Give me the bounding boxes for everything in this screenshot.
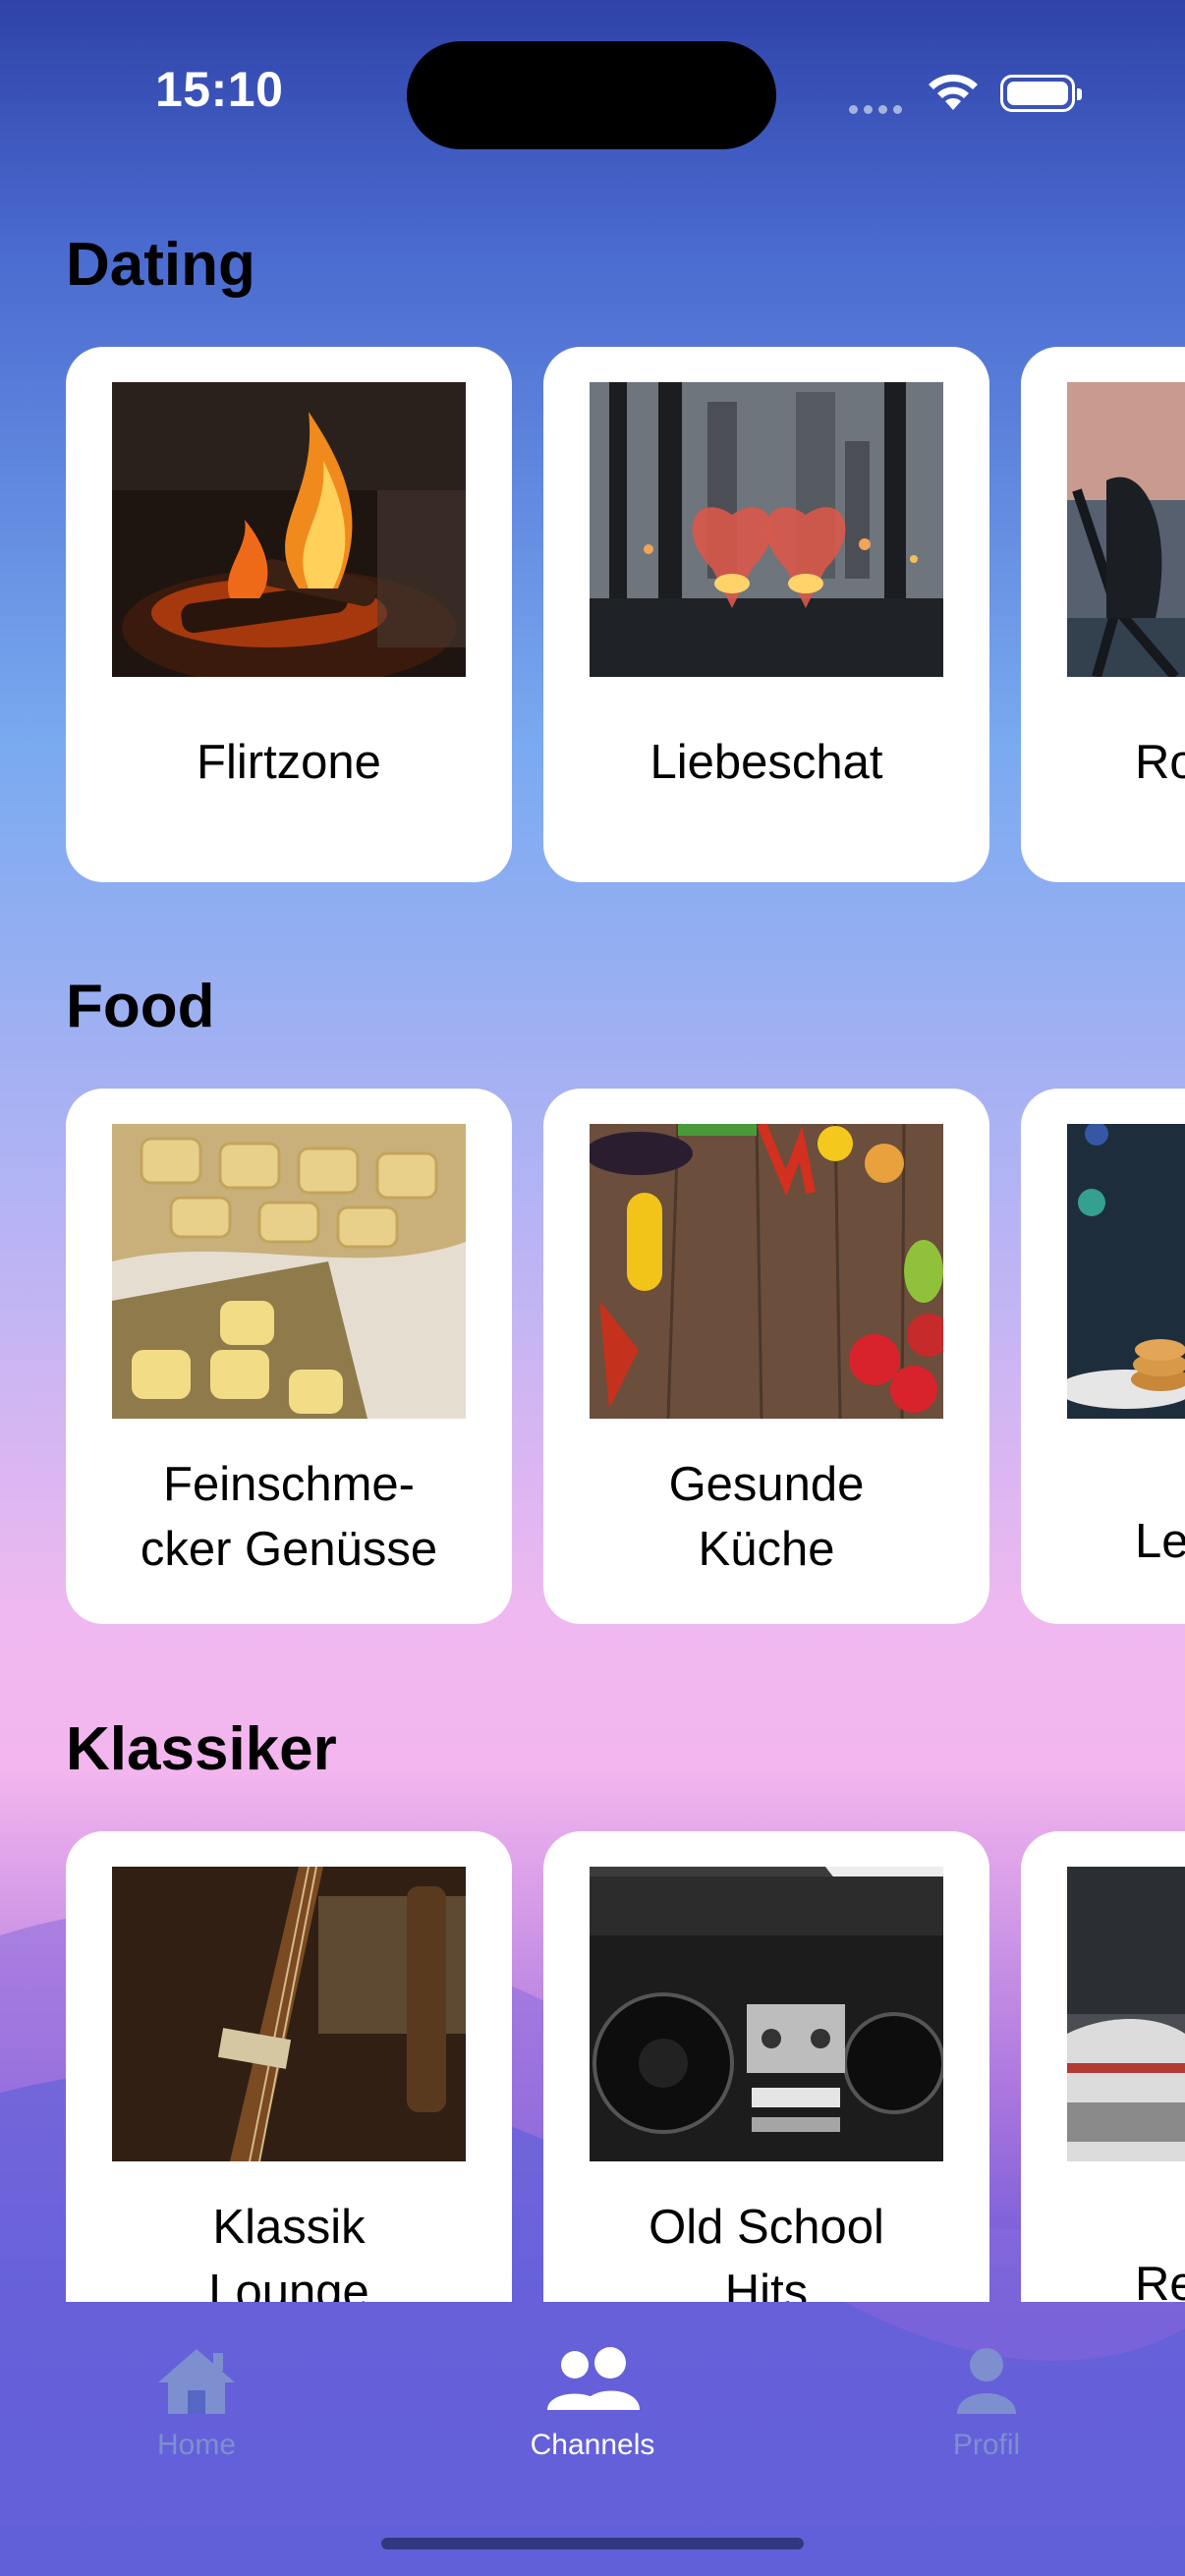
channel-card-liebeschat[interactable]: Liebeschat [543,347,989,882]
section-title-dating: Dating [66,231,255,299]
sunset-chair-image [1067,382,1185,677]
status-time: 15:10 [155,62,284,117]
section-title-food: Food [66,973,215,1040]
tab-channels[interactable]: Channels [445,2345,740,2462]
card-label: Ro [1135,736,1185,789]
status-bar: 15:10 [0,0,1185,187]
card-label-line: Klassik Lounge [208,2201,369,2302]
card-label-line: Old School Hits [649,2201,884,2302]
klassiker-carousel[interactable]: Klassik Lounge Old School Hits Re [0,1831,1185,2302]
home-indicator [381,2538,804,2549]
card-label-line: Feinschme- cker Genüsse [140,1458,438,1576]
channel-card-lecker[interactable]: Lec [1021,1089,1185,1624]
retro-car-image [1067,1867,1185,2161]
card-label: Lec [1135,1509,1185,1574]
card-label-line: Lec [1135,1515,1185,1568]
tab-profil[interactable]: Profil [839,2345,1134,2462]
channel-card-feinschmecker[interactable]: Feinschme- cker Genüsse [66,1089,512,1624]
card-label: Old School Hits [553,2195,980,2302]
card-label: Ret [1135,2252,1185,2302]
dynamic-island [407,41,776,149]
channel-card-klassik-lounge[interactable]: Klassik Lounge [66,1831,512,2302]
card-label: Feinschme- cker Genüsse [76,1452,502,1582]
dating-carousel[interactable]: Flirtzone Liebeschat Ro [0,347,1185,882]
fireplace-image [112,382,466,677]
people-icon [547,2347,640,2410]
vegetables-image [590,1124,943,1419]
ravioli-image [112,1124,466,1419]
glass-hearts-image [590,382,943,677]
cellular-signal-icon [849,101,908,119]
tab-label: Channels [530,2429,655,2461]
person-icon [957,2348,1016,2414]
food-carousel[interactable]: Feinschme- cker Genüsse Gesunde Küche Le [0,1089,1185,1624]
section-title-klassiker: Klassiker [66,1715,337,1783]
channel-card-old-school-hits[interactable]: Old School Hits [543,1831,989,2302]
wifi-icon [929,74,978,110]
channel-list[interactable]: Dating Flirtzone Liebeschat Ro Food Fein… [0,0,1185,2302]
channel-card-flirtzone[interactable]: Flirtzone [66,347,512,882]
boombox-image [590,1867,943,2161]
tab-home[interactable]: Home [49,2345,344,2462]
card-label: Gesunde Küche [553,1452,980,1582]
card-label: Flirtzone [197,736,381,789]
card-label-line: Ret [1135,2258,1185,2302]
card-label: Klassik Lounge [76,2195,502,2302]
tab-label: Home [156,2429,237,2461]
tab-label: Profil [952,2429,1021,2461]
channel-card-gesunde-kueche[interactable]: Gesunde Küche [543,1089,989,1624]
channel-card-romance[interactable]: Ro [1021,347,1185,882]
channel-card-retro[interactable]: Ret [1021,1831,1185,2302]
card-label: Liebeschat [649,736,883,789]
guitar-image [112,1867,466,2161]
house-icon [158,2349,235,2414]
battery-icon [1000,75,1082,112]
pancakes-image [1067,1124,1185,1419]
tab-bar: Home Channels Profil [0,2302,1185,2576]
card-label-line: Gesunde Küche [668,1458,865,1576]
